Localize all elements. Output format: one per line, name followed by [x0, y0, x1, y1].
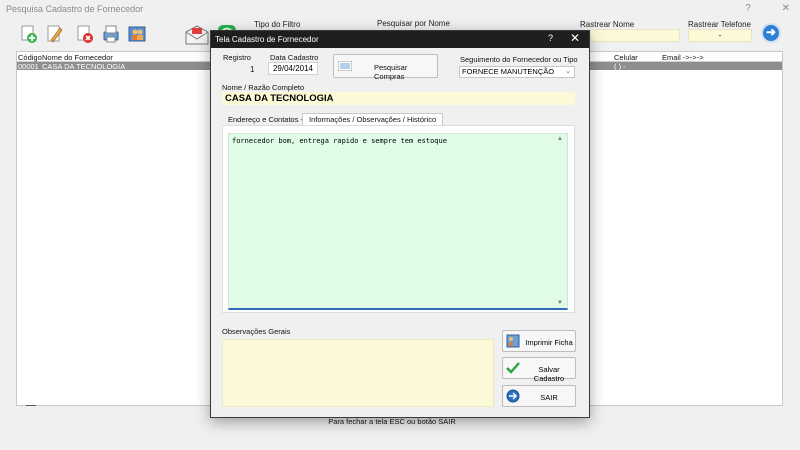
nome-label: Nome / Razão Completo: [222, 83, 305, 92]
footer-hint: Para fechar a tela ESC ou botão SAIR: [328, 417, 456, 426]
pesquisar-compras-label: Pesquisar Compras: [374, 63, 408, 81]
dialog-help-button[interactable]: ?: [548, 33, 553, 43]
help-button[interactable]: ?: [745, 3, 751, 14]
obs-gerais-label: Observações Gerais: [222, 327, 291, 336]
edit-icon: [45, 24, 65, 44]
add-button[interactable]: [16, 21, 42, 47]
delete-button[interactable]: [72, 21, 98, 47]
background-title-buttons: ? ✕: [717, 3, 790, 14]
mail-icon: [185, 24, 209, 45]
sair-button[interactable]: SAIR: [502, 385, 576, 407]
print-icon: [101, 24, 121, 44]
column-header-codigo[interactable]: Código: [18, 53, 42, 62]
salvar-cadastro-button[interactable]: Salvar Cadastro: [502, 357, 576, 383]
registro-label: Registro: [223, 53, 251, 62]
segmento-label: Seguimento do Fornecedor ou Tipo: [460, 55, 578, 64]
list-icon: [337, 60, 353, 73]
chevron-down-icon: ⌄: [565, 68, 571, 75]
filter-type-label: Tipo do Filtro: [254, 20, 301, 29]
data-cadastro-label: Data Cadastro: [270, 53, 319, 62]
pesquisar-compras-button[interactable]: Pesquisar Compras: [333, 54, 438, 81]
background-window-title: Pesquisa Cadastro de Fornecedor: [6, 4, 144, 14]
segmento-select[interactable]: FORNECE MANUTENÇÃO ⌄: [459, 66, 575, 78]
print-button[interactable]: [98, 21, 124, 47]
sair-label: SAIR: [540, 393, 558, 402]
row-codigo: 00001: [18, 62, 39, 71]
row-celular: ( ) -: [614, 62, 626, 71]
observacoes-text: fornecedor bom, entrega rapido e sempre …: [232, 137, 447, 145]
go-arrow-button[interactable]: ➜: [761, 23, 781, 43]
scroll-down-icon[interactable]: ▼: [557, 300, 563, 306]
checkmark-icon: [506, 361, 520, 375]
row-nome: CASA DA TECNOLOGIA: [42, 62, 126, 71]
dialog-close-button[interactable]: ✕: [570, 31, 580, 45]
segmento-value: FORNECE MANUTENÇÃO: [462, 67, 555, 76]
dialog-title: Tela Cadastro de Fornecedor: [215, 35, 319, 44]
edit-button[interactable]: [42, 21, 68, 47]
observacoes-textarea[interactable]: fornecedor bom, entrega rapido e sempre …: [228, 133, 568, 310]
track-phone-label: Rastrear Telefone: [688, 20, 751, 29]
close-button[interactable]: ✕: [782, 3, 790, 14]
search-name-label: Pesquisar por Nome: [377, 19, 450, 28]
mail-button[interactable]: [182, 21, 209, 47]
background-titlebar: Pesquisa Cadastro de Fornecedor ? ✕: [0, 0, 800, 18]
column-header-celular[interactable]: Celular: [614, 53, 638, 62]
delete-icon: [75, 24, 95, 44]
column-header-nome[interactable]: Nome do Fornecedor: [42, 53, 113, 62]
obs-gerais-textarea[interactable]: [222, 339, 494, 407]
column-header-email[interactable]: Email ->->->: [662, 53, 703, 62]
track-name-label: Rastrear Nome: [580, 20, 635, 29]
registro-value: 1: [250, 65, 255, 74]
users-icon: [127, 24, 147, 44]
track-phone-input[interactable]: -: [688, 29, 752, 42]
salvar-cadastro-label: Salvar Cadastro: [533, 365, 565, 383]
add-icon: [19, 24, 39, 44]
arrow-right-icon: ➜: [765, 25, 777, 39]
tab-endereco-contatos[interactable]: Endereço e Contatos ->: [228, 115, 307, 124]
print-icon: [506, 334, 520, 348]
exit-arrow-icon: [506, 389, 520, 403]
imprimir-ficha-button[interactable]: Imprimir Ficha: [502, 330, 576, 352]
imprimir-ficha-label: Imprimir Ficha: [525, 338, 573, 347]
nome-field[interactable]: CASA DA TECNOLOGIA: [222, 92, 575, 105]
scroll-up-icon[interactable]: ▲: [557, 136, 563, 142]
grid-scroll-indicator: [26, 405, 36, 406]
users-button[interactable]: [124, 21, 150, 47]
track-name-input[interactable]: [590, 29, 680, 42]
dialog-titlebar: Tela Cadastro de Fornecedor ? ✕: [211, 31, 589, 48]
data-cadastro-field[interactable]: 29/04/2014: [268, 62, 318, 75]
